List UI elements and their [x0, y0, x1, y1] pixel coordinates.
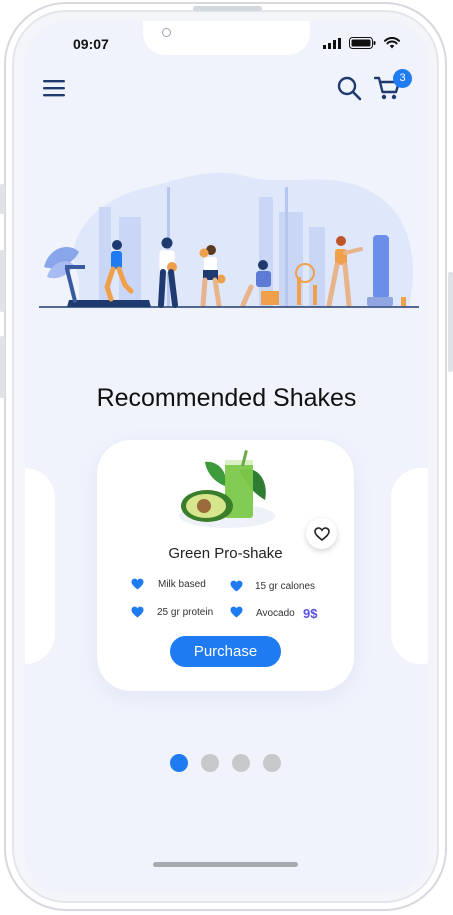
section-title: Recommended Shakes	[96, 383, 357, 412]
feature-heart-icon	[230, 606, 243, 618]
feature-heart-icon	[131, 606, 144, 618]
product-card[interactable]: Green Pro-shake Milk based 15 gr calones…	[97, 440, 354, 691]
feature-heart-icon	[230, 580, 243, 592]
status-icons	[323, 37, 400, 49]
signal-icon	[323, 37, 341, 49]
shake-image	[179, 450, 275, 528]
search-icon[interactable]	[336, 75, 362, 101]
mute-switch	[0, 184, 5, 214]
hamburger-menu-icon[interactable]	[43, 79, 65, 97]
carousel-card-prev[interactable]	[25, 468, 55, 664]
battery-icon	[349, 37, 376, 49]
volume-up-button	[0, 250, 5, 312]
volume-down-button	[0, 336, 5, 398]
carousel-dot[interactable]	[170, 754, 188, 772]
notch	[143, 21, 310, 55]
power-button	[448, 272, 453, 372]
feature-protein: 25 gr protein	[157, 607, 214, 618]
product-price: 9$	[303, 606, 318, 621]
feature-avocado: Avocado	[256, 608, 295, 619]
camera-icon	[162, 28, 171, 37]
cart-count-badge: 3	[393, 69, 412, 88]
home-indicator[interactable]	[153, 862, 298, 867]
wifi-icon	[384, 37, 400, 49]
carousel-pagination	[170, 754, 281, 772]
feature-calories: 15 gr calones	[255, 581, 316, 592]
status-time: 09:07	[73, 36, 109, 52]
carousel-dot[interactable]	[263, 754, 281, 772]
carousel-card-next[interactable]	[391, 468, 428, 664]
purchase-button[interactable]: Purchase	[170, 636, 281, 667]
app-screen: 09:07 3 Recommended Shakes Green Pro-sha…	[25, 21, 428, 894]
carousel-dot[interactable]	[201, 754, 219, 772]
app-bar: 3	[25, 65, 428, 117]
gym-illustration	[39, 172, 419, 308]
carousel-dot[interactable]	[232, 754, 250, 772]
heart-outline-icon	[313, 526, 330, 541]
feature-milk-based: Milk based	[158, 579, 206, 590]
product-name: Green Pro-shake	[168, 545, 283, 562]
feature-heart-icon	[131, 578, 144, 590]
top-speaker	[193, 6, 262, 11]
